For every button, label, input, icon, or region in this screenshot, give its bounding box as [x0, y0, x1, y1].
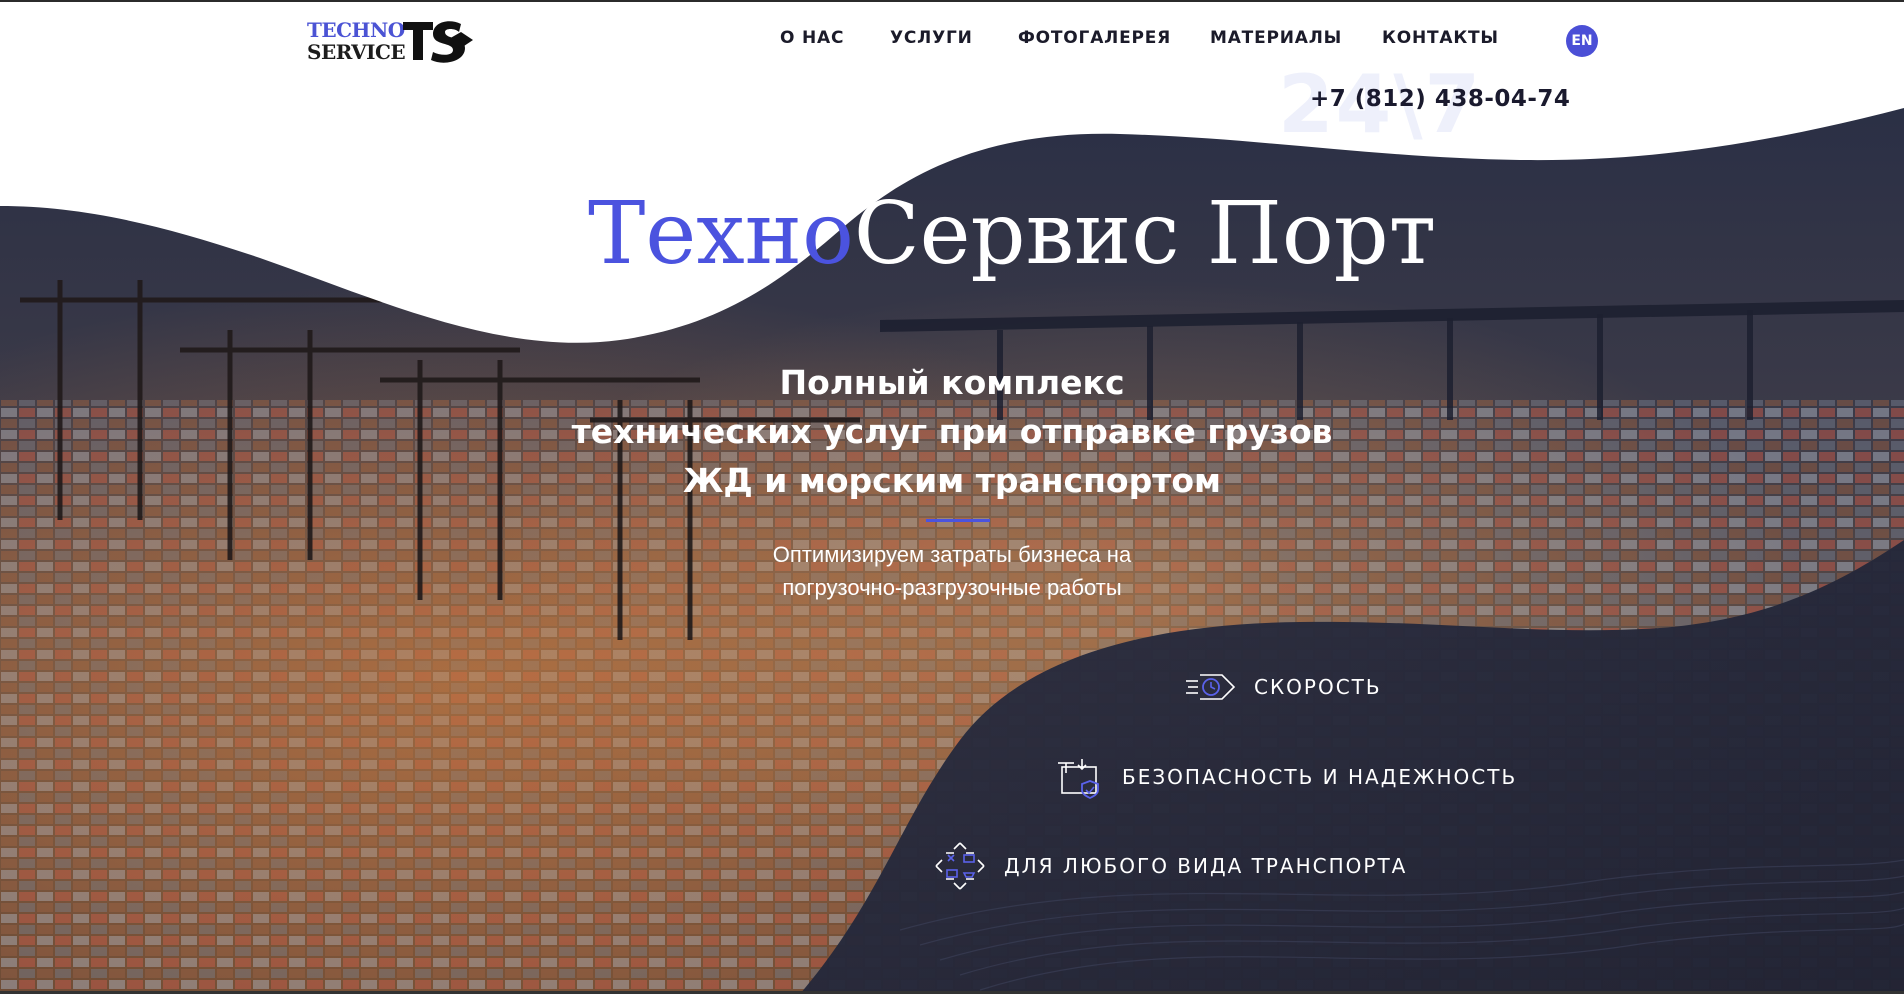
nav-item-materials[interactable]: МАТЕРИАЛЫ — [1210, 28, 1342, 48]
nav-item-services[interactable]: УСЛУГИ — [890, 28, 973, 48]
transport-arrows-icon — [935, 842, 985, 890]
accent-divider — [926, 519, 990, 522]
headline-line: технических услуг при отправке грузов — [571, 412, 1333, 451]
headline-line: ЖД и морским транспортом — [683, 461, 1221, 500]
feature-safety: БЕЗОПАСНОСТЬ И НАДЕЖНОСТЬ — [1052, 757, 1518, 799]
feature-label: ДЛЯ ЛЮБОГО ВИДА ТРАНСПОРТА — [1004, 854, 1408, 878]
feature-label: БЕЗОПАСНОСТЬ И НАДЕЖНОСТЬ — [1122, 765, 1518, 789]
feature-transport: ДЛЯ ЛЮБОГО ВИДА ТРАНСПОРТА — [934, 842, 1408, 890]
headline-line: Полный комплекс — [779, 363, 1125, 402]
speed-clock-icon — [1186, 674, 1236, 700]
hero-title-part2: Сервис Порт — [853, 184, 1437, 284]
cargo-shield-icon — [1058, 759, 1099, 799]
subtitle-line: Оптимизируем затраты бизнеса на — [772, 542, 1132, 567]
feature-speed: СКОРОСТЬ — [1184, 667, 1382, 707]
hero-title: ТехноСервис Порт — [588, 184, 1436, 284]
page: TECHNO SERVICE О НАС УСЛУГИ ФОТОГАЛЕРЕЯ … — [0, 0, 1904, 994]
subtitle-line: погрузочно-разгрузочные работы — [782, 575, 1122, 600]
feature-label: СКОРОСТЬ — [1254, 675, 1382, 699]
hero-headline: Полный комплекс технических услуг при от… — [452, 358, 1452, 505]
nav-item-gallery[interactable]: ФОТОГАЛЕРЕЯ — [1018, 28, 1171, 48]
language-switch-button[interactable]: EN — [1566, 25, 1598, 57]
nav-item-about[interactable]: О НАС — [780, 28, 844, 48]
top-border — [0, 0, 1904, 2]
phone-number-link[interactable]: +7 (812) 438-04-74 — [1310, 86, 1570, 112]
hero-subtitle: Оптимизируем затраты бизнеса на погрузоч… — [552, 538, 1352, 604]
nav-item-contacts[interactable]: КОНТАКТЫ — [1382, 28, 1499, 48]
hero-title-part1: Техно — [588, 184, 854, 284]
main-navigation: О НАС УСЛУГИ ФОТОГАЛЕРЕЯ МАТЕРИАЛЫ КОНТА… — [0, 28, 1904, 52]
